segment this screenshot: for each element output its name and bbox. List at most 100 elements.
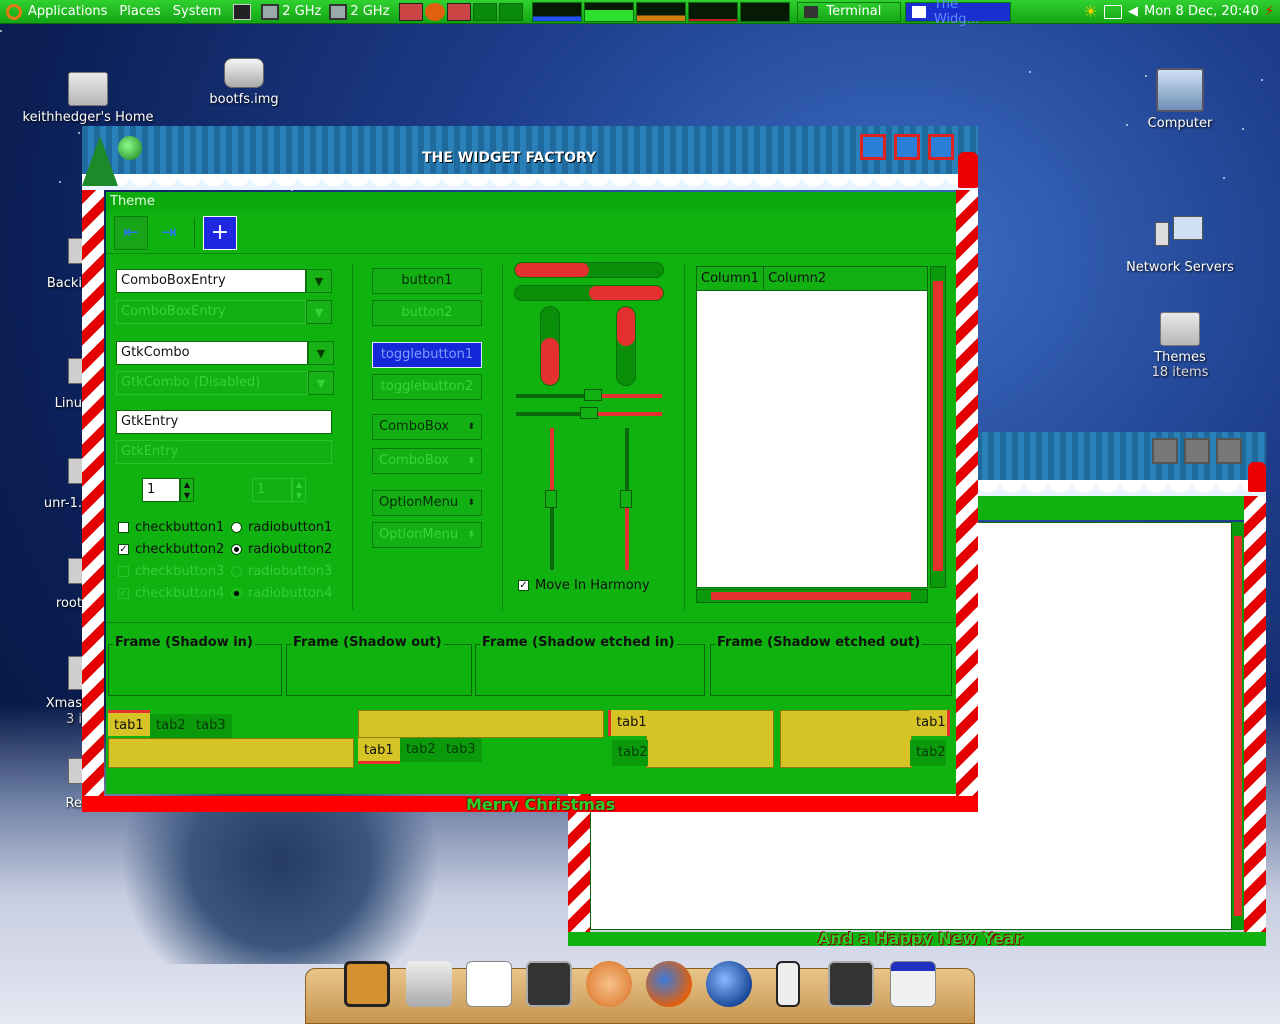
places-menu[interactable]: Places	[113, 0, 166, 24]
frame-label: Frame (Shadow etched out)	[715, 635, 923, 650]
column1-header[interactable]: Column1	[697, 267, 765, 290]
button1[interactable]: button1	[372, 268, 482, 294]
close-gift-icon[interactable]	[928, 134, 954, 160]
clock[interactable]: Mon 8 Dec, 20:40	[1144, 4, 1259, 19]
tab-top-1[interactable]: tab1	[108, 710, 150, 736]
maximize-gift-icon[interactable]	[894, 134, 920, 160]
swap-graph	[688, 1, 739, 22]
home-label: keithhedger's Home	[22, 110, 154, 125]
column2-header[interactable]: Column2	[764, 267, 830, 290]
archive-manager-icon[interactable]	[344, 961, 390, 1007]
tab-right-1[interactable]: tab1	[910, 710, 950, 736]
ipod-icon[interactable]	[776, 961, 800, 1007]
goto-first-button[interactable]: ⇤	[114, 215, 148, 250]
tab-right-2[interactable]: tab2	[910, 740, 946, 766]
tree-hscrollbar[interactable]	[696, 589, 928, 603]
tab-top-3[interactable]: tab3	[190, 714, 232, 738]
xmas-sub-label: 3 i	[65, 712, 82, 727]
taskbar-terminal[interactable]: Terminal	[797, 1, 902, 22]
radiobutton-2[interactable]: radiobutton2	[231, 542, 332, 557]
workspace-switcher[interactable]	[393, 0, 529, 24]
text-editor-icon[interactable]	[466, 961, 512, 1007]
theme-menu[interactable]: Theme	[110, 194, 155, 209]
desktop-icon-themes[interactable]: Themes 18 items	[1110, 312, 1250, 380]
disk-image-icon	[224, 58, 264, 88]
ornament-icon[interactable]	[118, 136, 142, 160]
frames-separator	[106, 622, 956, 623]
tab-bottom-2[interactable]: tab2	[400, 738, 442, 762]
hscale-2-thumb[interactable]	[580, 407, 598, 419]
weather-sun-icon[interactable]: ☀	[1084, 2, 1098, 21]
tree-view[interactable]: Column1 Column2	[696, 266, 928, 588]
shell-icon[interactable]	[586, 961, 632, 1007]
combobox-disabled: ComboBox ⬍	[372, 448, 482, 474]
cpu-graph	[532, 1, 583, 22]
taskbar-widget-factory[interactable]: The Widg...	[905, 0, 1012, 27]
combobox[interactable]: ComboBox ⬍	[372, 414, 482, 440]
terminal-launcher-icon[interactable]	[227, 0, 257, 24]
column-separator	[352, 264, 353, 610]
vscale-1-thumb[interactable]	[545, 490, 557, 508]
system-monitors	[529, 0, 793, 24]
second-window-scroll-thumb[interactable]	[1234, 536, 1242, 916]
vscale-1[interactable]	[545, 428, 557, 570]
chevron-down-icon: ▼	[314, 274, 324, 288]
thunderbird-icon[interactable]	[706, 961, 752, 1007]
hscale-1-thumb[interactable]	[584, 389, 602, 401]
tree-hscroll-thumb[interactable]	[711, 592, 911, 600]
tab-bottom-1[interactable]: tab1	[358, 738, 400, 764]
radiobutton-3: radiobutton3	[231, 564, 332, 579]
tab-top-2[interactable]: tab2	[150, 714, 192, 738]
tab-bottom-3[interactable]: tab3	[440, 738, 482, 762]
themes-folder-icon	[1160, 312, 1200, 346]
combobox-entry-dropdown[interactable]: ▼	[306, 269, 332, 293]
goto-last-button[interactable]: ⇥	[152, 216, 186, 250]
top-panel: Applications Places System 2 GHz 2 GHz T…	[0, 0, 1280, 27]
optionmenu-label: OptionMenu	[379, 527, 459, 542]
move-in-harmony-check[interactable]: ✓ Move In Harmony	[518, 578, 650, 593]
vscale-2[interactable]	[620, 428, 632, 570]
gtk-combo-dropdown[interactable]: ▼	[308, 341, 334, 365]
vscale-2-thumb[interactable]	[620, 490, 632, 508]
radio-selected	[231, 544, 242, 555]
plus-icon: +	[210, 220, 230, 245]
checkbutton-label: checkbutton4	[135, 586, 225, 601]
shutdown-icon[interactable]: ⚡	[1265, 4, 1274, 19]
spin-button[interactable]: 1	[142, 478, 180, 502]
desktop-icon-computer[interactable]: Computer	[1110, 68, 1250, 131]
combobox-entry[interactable]: ComboBoxEntry	[116, 269, 306, 293]
add-button[interactable]: +	[203, 215, 237, 250]
home-folder-icon[interactable]	[406, 961, 452, 1007]
system-menu[interactable]: System	[167, 0, 227, 24]
desktop-icon-home[interactable]: keithhedger's Home	[18, 72, 158, 125]
window-icon[interactable]	[890, 961, 936, 1007]
desktop-icon-bootfs[interactable]: bootfs.img	[174, 58, 314, 107]
applications-menu[interactable]: Applications	[0, 0, 113, 24]
desktop-icon-network[interactable]: Network Servers	[1110, 216, 1250, 275]
terminal-window-icon[interactable]	[828, 961, 874, 1007]
cpu-freq-2[interactable]: 2 GHz	[325, 3, 393, 20]
tree-vscroll-thumb[interactable]	[933, 281, 943, 571]
radiobutton-1[interactable]: radiobutton1	[231, 520, 332, 535]
hscale-1[interactable]	[516, 389, 662, 401]
second-window-scrollbar[interactable]	[1232, 522, 1244, 930]
tab-left-2[interactable]: tab2	[612, 740, 648, 766]
combobox-entry-disabled: ComboBoxEntry	[116, 300, 306, 324]
cpu-freq-1[interactable]: 2 GHz	[257, 3, 325, 20]
checkbutton-1[interactable]: checkbutton1	[118, 520, 224, 535]
tab-left-1[interactable]: tab1	[608, 710, 648, 736]
firefox-icon[interactable]	[646, 961, 692, 1007]
optionmenu[interactable]: OptionMenu ⬍	[372, 490, 482, 516]
togglebutton1[interactable]: togglebutton1	[372, 342, 482, 368]
terminal-icon[interactable]	[526, 961, 572, 1007]
volume-icon[interactable]: ◀	[1128, 4, 1138, 19]
optionmenu-label: OptionMenu	[379, 495, 459, 510]
tree-vscrollbar[interactable]	[930, 266, 946, 588]
spin-arrows[interactable]: ▲ ▼	[180, 478, 194, 502]
checkbutton-2[interactable]: ✓ checkbutton2	[118, 542, 224, 557]
network-icon[interactable]	[1104, 4, 1123, 19]
gtk-entry[interactable]: GtkEntry	[116, 410, 332, 434]
gtk-combo[interactable]: GtkCombo	[116, 341, 308, 365]
hscale-2[interactable]	[516, 407, 662, 419]
minimize-gift-icon[interactable]	[860, 134, 886, 160]
